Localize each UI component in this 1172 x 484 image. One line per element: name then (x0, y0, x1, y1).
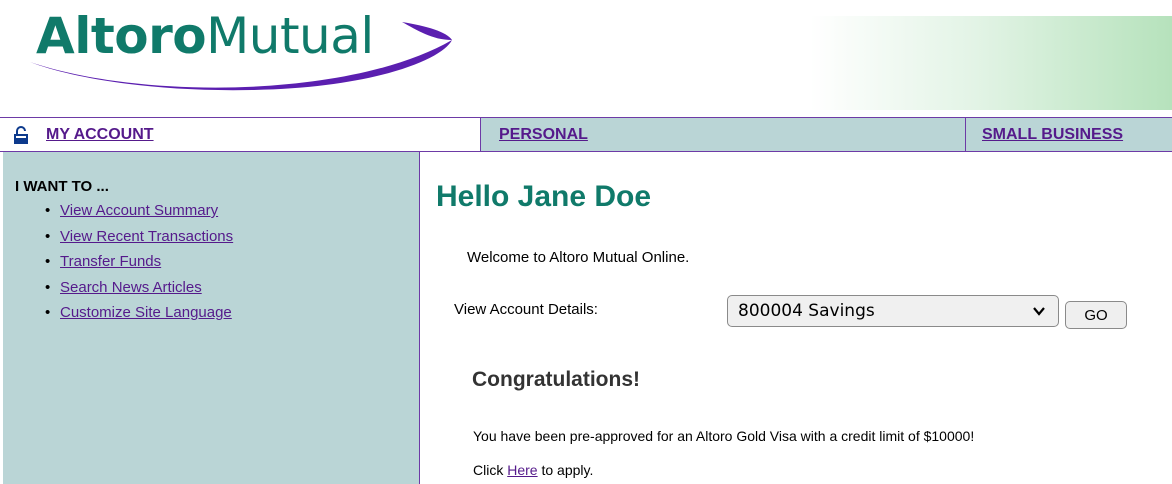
customize-site-language-link[interactable]: Customize Site Language (60, 304, 232, 321)
welcome-text: Welcome to Altoro Mutual Online. (467, 249, 690, 266)
personal-link[interactable]: PERSONAL (499, 126, 588, 144)
altoro-logo[interactable]: AltoroMutual (22, 0, 462, 100)
logo-bold: Altoro (36, 7, 207, 65)
lock-icon (14, 125, 28, 144)
sidebar-item-account-summary: View Account Summary (45, 202, 233, 228)
header-gradient (810, 16, 1172, 110)
nav-my-account: MY ACCOUNT (0, 118, 479, 151)
account-select-value: 800004 Savings (738, 301, 875, 321)
sidebar-list: View Account Summary View Recent Transac… (3, 202, 233, 330)
nav-small-business: SMALL BUSINESS (965, 118, 1172, 151)
account-select[interactable]: 800004 Savings (727, 295, 1059, 327)
header: AltoroMutual (0, 0, 1172, 117)
sidebar: I WANT TO ... View Account Summary View … (3, 152, 420, 484)
small-business-link[interactable]: SMALL BUSINESS (982, 126, 1123, 144)
top-nav: MY ACCOUNT PERSONAL SMALL BUSINESS (0, 117, 1172, 152)
transfer-funds-link[interactable]: Transfer Funds (60, 253, 161, 270)
apply-here-link[interactable]: Here (507, 462, 537, 478)
congrats-heading: Congratulations! (472, 368, 640, 391)
sidebar-item-transfer-funds: Transfer Funds (45, 253, 233, 279)
page-title: Hello Jane Doe (436, 180, 652, 213)
apply-suffix: to apply. (541, 462, 594, 478)
view-account-summary-link[interactable]: View Account Summary (60, 202, 218, 219)
logo-text: AltoroMutual (36, 6, 374, 66)
search-news-articles-link[interactable]: Search News Articles (60, 279, 202, 296)
nav-personal: PERSONAL (480, 118, 965, 151)
my-account-link[interactable]: MY ACCOUNT (46, 126, 154, 144)
sidebar-item-customize-language: Customize Site Language (45, 304, 233, 330)
chevron-down-icon (1033, 307, 1045, 316)
apply-prefix: Click (473, 462, 504, 478)
view-recent-transactions-link[interactable]: View Recent Transactions (60, 228, 233, 245)
apply-line: Click Here to apply. (473, 462, 593, 478)
account-details-label: View Account Details: (454, 301, 598, 318)
main-content: Hello Jane Doe Welcome to Altoro Mutual … (420, 152, 1172, 484)
sidebar-item-search-news: Search News Articles (45, 279, 233, 305)
sidebar-title: I WANT TO ... (15, 178, 109, 195)
logo-light: Mutual (206, 7, 374, 65)
sidebar-item-recent-transactions: View Recent Transactions (45, 228, 233, 254)
go-button[interactable]: GO (1065, 301, 1127, 329)
preapproval-message: You have been pre-approved for an Altoro… (473, 428, 975, 444)
